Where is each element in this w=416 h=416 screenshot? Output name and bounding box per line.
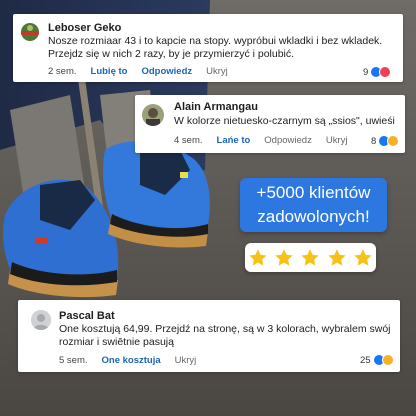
star-icon [354,248,372,266]
hide-button[interactable]: Ukryj [326,135,348,146]
reactions-count: 25 [360,354,371,366]
haha-reaction-icon [387,135,400,147]
star-icon [275,248,293,266]
comment-actions: 5 sem. One kosztuja Ukryj [59,355,210,366]
promo-line2: zadowolonych! [257,207,370,226]
avatar-image [21,23,39,41]
like-button[interactable]: Lubię to [91,66,128,77]
reactions[interactable]: 25 [360,354,394,366]
love-reaction-icon [379,66,392,78]
comment-card: Alain Armangau W kolorze nietuesko-czarn… [135,95,405,153]
reactions-count: 8 [371,135,377,147]
reactions[interactable]: 9 [363,66,392,78]
comment-actions: 4 sem. Lańe to Odpowiedz Ukryj [174,135,361,146]
comment-author[interactable]: Leboser Geko [48,22,121,34]
reply-button[interactable]: Odpowiedz [141,66,192,77]
hide-button[interactable]: Ukryj [175,355,197,366]
customers-promo-badge: +5000 klientów zadowolonych! [240,178,387,232]
default-avatar-icon [31,310,51,330]
reply-button[interactable]: Odpowiedz [264,135,312,146]
haha-reaction-icon [381,354,394,366]
avatar[interactable] [142,104,164,126]
rating-stars [245,243,376,272]
like-button[interactable]: One kosztuja [102,355,161,366]
comment-text-line2: rozmiar i swiētnie pasują [59,336,174,348]
comment-author[interactable]: Alain Armangau [174,101,258,113]
avatar[interactable] [31,310,51,330]
comment-time[interactable]: 2 sem. [48,66,77,77]
star-icon [301,248,320,266]
reactions[interactable]: 8 [371,135,400,147]
comment-actions: 2 sem. Lubię to Odpowiedz Ukryj [48,66,242,77]
comment-text-line2: Przejdz się w nich 2 razy, by je przymie… [48,48,295,60]
star-icon [328,248,346,266]
star-icon [249,248,267,266]
hide-button[interactable]: Ukryj [206,66,228,77]
reactions-count: 9 [363,66,369,78]
comment-time[interactable]: 5 sem. [59,355,88,366]
avatar[interactable] [21,23,39,41]
promo-line1: +5000 klientów [256,183,371,202]
comment-card: Leboser Geko Nosze rozmiaar 43 i to kapc… [13,14,403,82]
comment-card: Pascal Bat One kosztują 64,99. Przejdź n… [18,300,400,372]
like-button[interactable]: Lańe to [217,135,251,146]
comment-author[interactable]: Pascal Bat [59,310,115,322]
avatar-image [142,104,164,126]
comment-time[interactable]: 4 sem. [174,135,203,146]
comment-text: W kolorze nietuesko-czarnym są „ssios", … [174,115,395,127]
